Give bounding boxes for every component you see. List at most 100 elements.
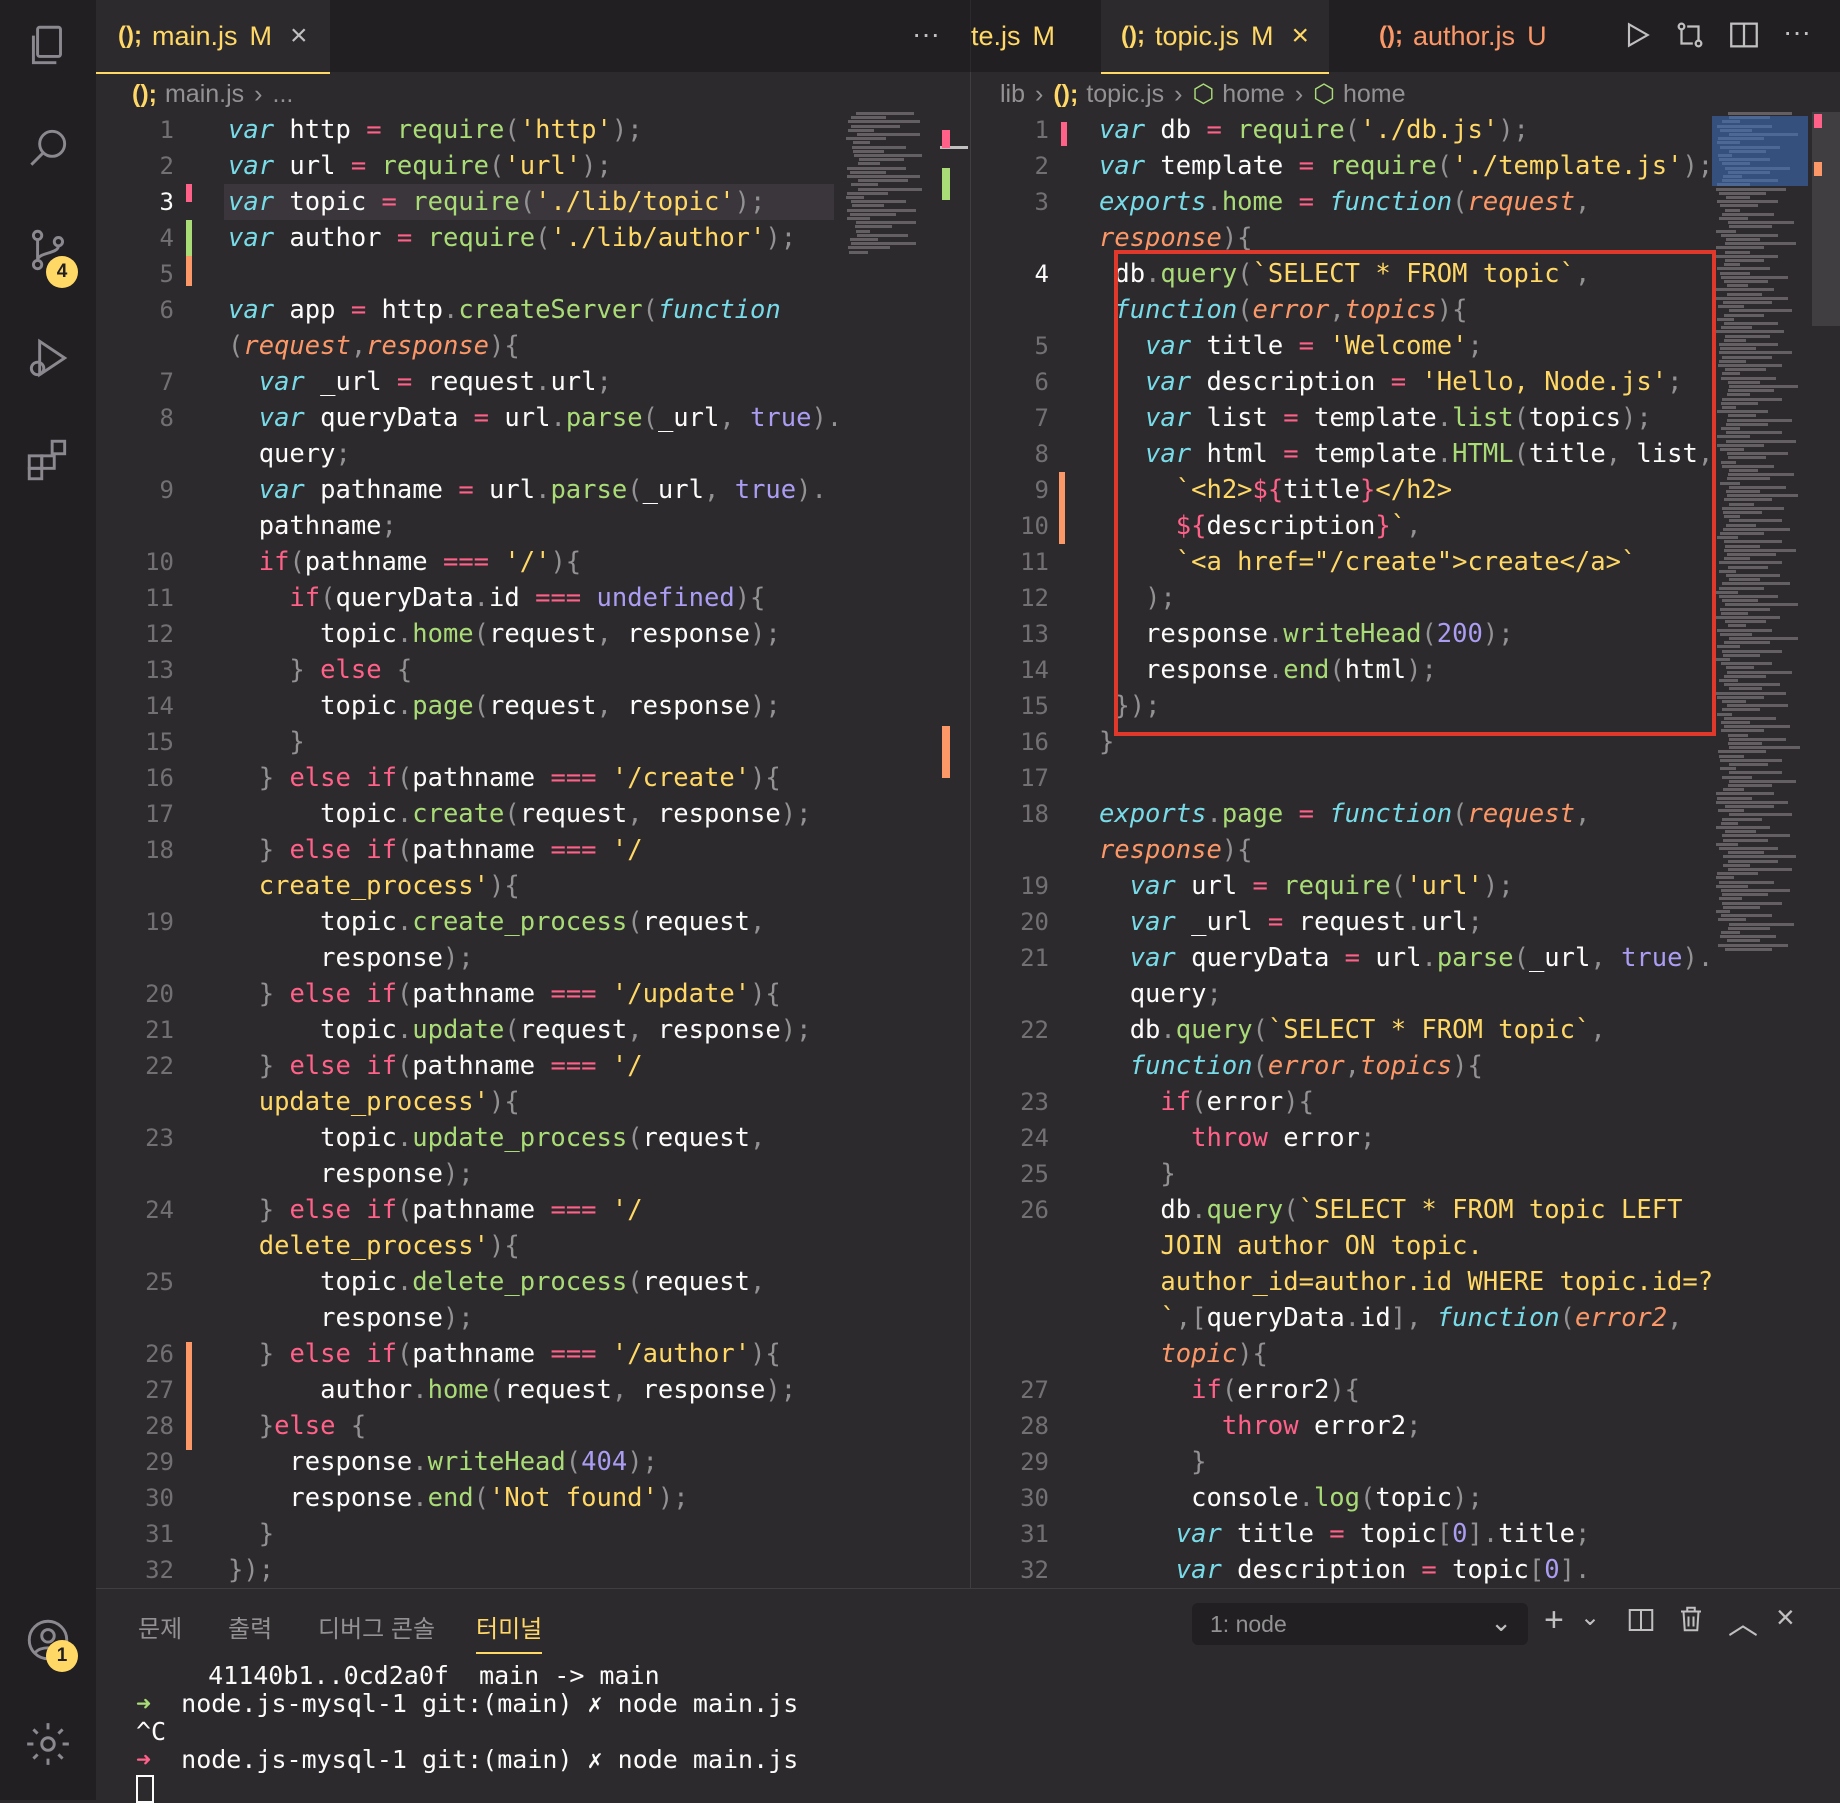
code-line[interactable]: } [228,1516,274,1552]
chevron-down-icon[interactable]: ⌄ [1580,1603,1600,1632]
tab-topic-js[interactable]: (); topic.js M × [1101,0,1330,74]
scrollbar-thumb[interactable] [1812,112,1840,326]
code-line[interactable]: throw error; [1099,1120,1375,1156]
code-line[interactable]: } [1099,724,1114,760]
code-line[interactable]: var topic = require('./lib/topic'); [228,184,765,220]
terminal-select[interactable]: 1: node ⌄ [1192,1603,1528,1645]
code-line[interactable]: var queryData = url.parse(_url, true). [228,400,836,436]
right-minimap[interactable] [1712,112,1808,1072]
tab-main-js[interactable]: (); main.js M × [96,0,330,74]
code-line[interactable]: create_process'){ [228,868,520,904]
left-code-area[interactable]: 1 var http = require('http'); 2 var url = r… [96,112,836,1588]
code-line[interactable]: update_process'){ [228,1084,520,1120]
code-line[interactable]: var http = require('http'); [228,112,643,148]
code-line[interactable]: topic){ [1099,1336,1267,1372]
code-line[interactable]: var _url = request.url; [1099,904,1483,940]
code-line[interactable]: response.end('Not found'); [228,1480,688,1516]
code-line[interactable]: topic.create(request, response); [228,796,811,832]
tab-template-js[interactable]: te.js M [971,0,1055,72]
code-line[interactable]: }else { [228,1408,367,1444]
breadcrumb-folder[interactable]: lib [1000,80,1025,109]
breadcrumb-more[interactable]: ... [273,80,294,109]
code-line[interactable]: } else if(pathname === '/update'){ [228,976,781,1012]
git-change-marker[interactable] [186,1342,192,1450]
tab-author-js[interactable]: (); author.js U [1379,0,1547,72]
code-line[interactable]: db.query(`SELECT * FROM topic LEFT [1099,1192,1682,1228]
trash-icon[interactable] [1676,1603,1706,1640]
extensions-icon[interactable] [20,432,76,488]
code-line[interactable]: var template = require('./template.js'); [1099,148,1711,184]
breadcrumb-file[interactable]: main.js [165,80,244,109]
code-line[interactable]: } else if(pathname === '/ [228,1192,643,1228]
close-icon[interactable]: × [290,19,308,53]
close-icon[interactable]: × [1292,19,1310,53]
code-line[interactable]: if(queryData.id === undefined){ [228,580,765,616]
code-line[interactable]: topic.home(request, response); [228,616,781,652]
code-line[interactable]: response); [228,940,474,976]
code-line[interactable]: topic.update_process(request, [228,1120,765,1156]
minimap-slider[interactable] [1712,116,1808,186]
split-editor-icon[interactable] [1727,18,1761,57]
code-line[interactable]: author_id=author.id WHERE topic.id=? [1099,1264,1711,1300]
code-line[interactable]: var author = require('./lib/author'); [228,220,796,256]
split-terminal-icon[interactable] [1626,1605,1656,1640]
git-change-marker[interactable] [186,256,192,286]
code-line[interactable]: topic.page(request, response); [228,688,781,724]
compare-changes-icon[interactable] [1673,18,1707,57]
code-line[interactable]: } else { [228,652,412,688]
code-line[interactable]: response.writeHead(404); [228,1444,658,1480]
code-line[interactable]: } [1099,1444,1206,1480]
code-line[interactable]: JOIN author ON topic. [1099,1228,1482,1264]
code-line[interactable]: topic.delete_process(request, [228,1264,765,1300]
code-line[interactable]: var url = require('url'); [1099,868,1514,904]
code-line[interactable]: if(pathname === '/'){ [228,544,581,580]
code-line[interactable]: throw error2; [1099,1408,1422,1444]
left-minimap[interactable] [842,112,942,312]
run-icon[interactable] [1621,18,1653,57]
code-line[interactable]: (request,response){ [228,328,520,364]
breadcrumb-file[interactable]: topic.js [1086,80,1164,109]
code-line[interactable]: query; [228,436,351,472]
code-line[interactable]: `,[queryData.id], function(error2, [1099,1300,1682,1336]
code-line[interactable]: } [228,724,304,760]
code-line[interactable]: }); [228,1552,274,1588]
explorer-icon[interactable] [20,18,76,74]
new-terminal-icon[interactable]: + [1544,1601,1564,1640]
tab-debug-console[interactable]: 디버그 콘솔 [318,1609,435,1644]
git-change-marker[interactable] [186,220,192,256]
code-line[interactable]: } else if(pathname === '/create'){ [228,760,781,796]
code-line[interactable]: if(error2){ [1099,1372,1360,1408]
run-debug-icon[interactable] [20,330,76,386]
code-line[interactable]: } [1099,1156,1175,1192]
code-line[interactable]: response); [228,1300,474,1336]
git-change-marker[interactable] [186,184,192,202]
code-line[interactable]: topic.create_process(request, [228,904,765,940]
tab-terminal[interactable]: 터미널 [476,1609,543,1654]
code-line[interactable]: author.home(request, response); [228,1372,796,1408]
code-line[interactable]: response){ [1099,832,1253,868]
code-line[interactable]: var app = http.createServer(function [228,292,781,328]
more-actions-icon[interactable]: ··· [1783,16,1811,48]
code-line[interactable]: var db = require('./db.js'); [1099,112,1529,148]
tab-output[interactable]: 출력 [228,1609,272,1644]
tab-problems[interactable]: 문제 [138,1609,182,1644]
code-line[interactable]: console.log(topic); [1099,1480,1483,1516]
code-line[interactable]: } else if(pathname === '/ [228,832,643,868]
code-line[interactable]: response); [228,1156,474,1192]
code-line[interactable]: query; [1099,976,1222,1012]
close-panel-icon[interactable]: × [1776,1599,1795,1636]
code-line[interactable]: var queryData = url.parse(_url, true). [1099,940,1711,976]
breadcrumb-symbol[interactable]: home [1343,80,1406,109]
code-line[interactable]: } else if(pathname === '/author'){ [228,1336,781,1372]
maximize-panel-icon[interactable]: ︿ [1728,1599,1758,1643]
search-icon[interactable] [20,120,76,176]
code-line[interactable]: db.query(`SELECT * FROM topic`, [1099,1012,1606,1048]
code-line[interactable]: topic.update(request, response); [228,1012,811,1048]
code-line[interactable]: var description = topic[0]. [1099,1552,1591,1588]
code-line[interactable]: exports.home = function(request, [1099,184,1590,220]
more-actions-icon[interactable]: ··· [912,18,940,50]
code-line[interactable]: delete_process'){ [228,1228,520,1264]
code-line[interactable]: if(error){ [1099,1084,1314,1120]
code-line[interactable]: var title = topic[0].title; [1099,1516,1591,1552]
code-line[interactable]: function(error,topics){ [1099,1048,1483,1084]
